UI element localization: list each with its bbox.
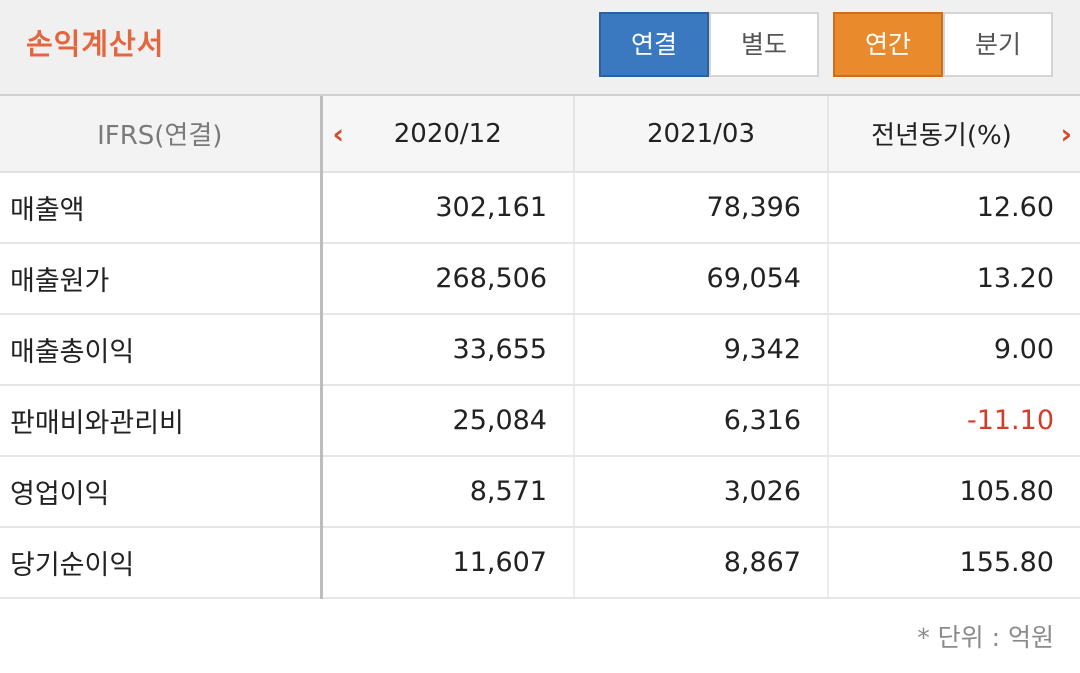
- row-label: 매출액: [0, 172, 323, 244]
- column-header-standard: IFRS(연결): [0, 96, 323, 173]
- cell-yoy: 9.00: [828, 314, 1080, 386]
- tab-quarterly[interactable]: 분기: [943, 12, 1053, 77]
- cell-yoy: 13.20: [828, 243, 1080, 315]
- page-title: 손익계산서: [26, 27, 165, 61]
- cell-value: 11,607: [321, 527, 575, 599]
- table-row: 당기순이익 11,607 8,867 155.80: [0, 527, 1080, 599]
- header-bar: 손익계산서 연결 별도 연간 분기: [0, 0, 1080, 94]
- cell-value: 3,026: [574, 456, 829, 528]
- period-toggle: 연간 분기: [833, 12, 1053, 77]
- cell-yoy: 12.60: [828, 172, 1080, 244]
- column-header-label: 2021/03: [646, 118, 755, 149]
- cell-value: 8,571: [321, 456, 575, 528]
- column-header-period-1: ‹ 2020/12: [321, 96, 575, 173]
- cell-yoy: -11.10: [828, 385, 1080, 457]
- table-row: 매출총이익 33,655 9,342 9.00: [0, 314, 1080, 386]
- cell-value: 69,054: [574, 243, 829, 315]
- cell-value: 8,867: [574, 527, 829, 599]
- row-label: 영업이익: [0, 456, 323, 528]
- column-header-label: 2020/12: [393, 118, 502, 149]
- consolidation-toggle: 연결 별도: [599, 12, 819, 77]
- table-row: 매출액 302,161 78,396 12.60: [0, 172, 1080, 244]
- row-label: 당기순이익: [0, 527, 323, 599]
- row-label: 판매비와관리비: [0, 385, 323, 457]
- unit-footnote: * 단위 : 억원: [917, 623, 1054, 652]
- cell-value: 302,161: [321, 172, 575, 244]
- table-row: 영업이익 8,571 3,026 105.80: [0, 456, 1080, 528]
- cell-value: 268,506: [321, 243, 575, 315]
- row-label: 매출총이익: [0, 314, 323, 386]
- column-header-period-2: 2021/03: [574, 96, 829, 173]
- cell-yoy: 155.80: [828, 527, 1080, 599]
- cell-value: 9,342: [574, 314, 829, 386]
- income-statement-table: IFRS(연결) ‹ 2020/12 2021/03 전년동기(%) › 매출액…: [0, 94, 1080, 602]
- tab-separate[interactable]: 별도: [709, 12, 819, 77]
- row-label: 매출원가: [0, 243, 323, 315]
- table-header-row: IFRS(연결) ‹ 2020/12 2021/03 전년동기(%) ›: [0, 96, 1080, 173]
- table-row: 판매비와관리비 25,084 6,316 -11.10: [0, 385, 1080, 457]
- cell-value: 78,396: [574, 172, 829, 244]
- cell-yoy: 105.80: [828, 456, 1080, 528]
- cell-value: 33,655: [321, 314, 575, 386]
- chevron-right-icon[interactable]: ›: [1060, 117, 1072, 150]
- tab-annual[interactable]: 연간: [833, 12, 943, 77]
- column-header-yoy: 전년동기(%) ›: [828, 96, 1080, 173]
- cell-value: 25,084: [321, 385, 575, 457]
- cell-value: 6,316: [574, 385, 829, 457]
- tab-consolidated[interactable]: 연결: [599, 12, 709, 77]
- chevron-left-icon[interactable]: ‹: [333, 117, 345, 150]
- column-header-label: 전년동기(%): [871, 121, 1012, 151]
- table-row: 매출원가 268,506 69,054 13.20: [0, 243, 1080, 315]
